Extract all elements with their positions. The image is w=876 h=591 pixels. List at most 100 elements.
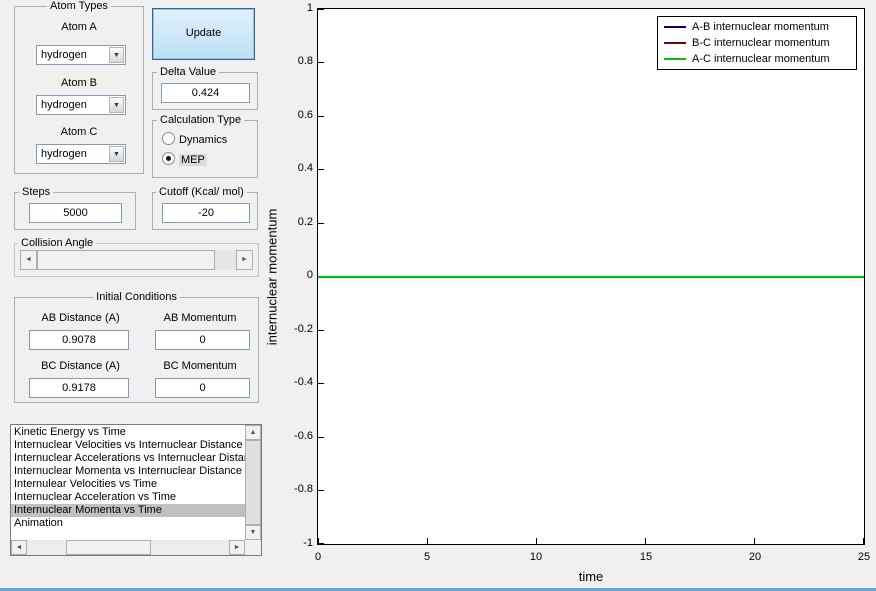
y-tick-label: -1	[303, 537, 313, 549]
cutoff-panel: Cutoff (Kcal/ mol)	[152, 186, 258, 230]
slider-left-button[interactable]: ◄	[20, 250, 37, 270]
legend-entry: A-C internuclear momentum	[664, 52, 850, 67]
initial-conditions-panel: Initial Conditions AB Distance (A) AB Mo…	[14, 291, 259, 403]
legend-line-swatch-ac	[664, 58, 686, 60]
radio-mep-label: MEP	[179, 154, 207, 166]
update-button[interactable]: Update	[152, 8, 255, 60]
x-tick-label: 0	[314, 551, 322, 563]
list-item[interactable]: Internuclear Accelerations vs Internucle…	[11, 452, 245, 465]
collision-angle-slider[interactable]: ◄ ►	[20, 250, 253, 270]
y-tick-label: 0.6	[297, 109, 313, 121]
arrow-down-icon: ▼	[249, 529, 257, 536]
collision-angle-title: Collision Angle	[18, 237, 97, 249]
listbox-items: Kinetic Energy vs Time Internuclear Velo…	[11, 426, 245, 540]
y-tick-label: -0.8	[294, 483, 313, 495]
atom-b-dropdown[interactable]: hydrogen ▼	[36, 95, 126, 115]
bc-momentum-label: BC Momentum	[163, 360, 237, 372]
scroll-down-button[interactable]: ▼	[245, 525, 261, 540]
list-item[interactable]: Animation	[11, 517, 245, 530]
legend-line-swatch-bc	[664, 42, 686, 44]
scroll-right-button[interactable]: ►	[229, 540, 245, 555]
y-tick-label: 0.4	[297, 162, 313, 174]
list-item[interactable]: Internuclear Acceleration vs Time	[11, 491, 245, 504]
x-tick-label: 15	[639, 551, 653, 563]
ab-distance-field[interactable]	[29, 330, 129, 350]
horizontal-scroll-thumb[interactable]	[66, 540, 151, 555]
calculation-type-title: Calculation Type	[157, 114, 245, 126]
cutoff-title: Cutoff (Kcal/ mol)	[156, 186, 247, 198]
plot-area	[317, 8, 865, 545]
dropdown-arrow-icon[interactable]: ▼	[109, 97, 124, 113]
collision-angle-panel: Collision Angle ◄ ►	[14, 237, 259, 277]
steps-panel: Steps	[14, 186, 136, 230]
list-item[interactable]: Internuclear Momenta vs Internuclear Dis…	[11, 465, 245, 478]
list-item[interactable]: Internulear Velocities vs Time	[11, 478, 245, 491]
plot-legend: A-B internuclear momentum B-C internucle…	[657, 16, 857, 70]
radio-mep-circle-icon	[162, 152, 175, 165]
arrow-right-icon: ►	[241, 256, 248, 263]
calculation-type-panel: Calculation Type Dynamics MEP	[152, 114, 258, 178]
ab-momentum-label: AB Momentum	[163, 312, 237, 324]
y-tick-label: 1	[306, 2, 313, 14]
legend-entry: A-B internuclear momentum	[664, 20, 850, 35]
delta-value-title: Delta Value	[157, 66, 220, 78]
x-tick-label: 20	[748, 551, 762, 563]
x-tick-label: 10	[529, 551, 543, 563]
list-item[interactable]: Kinetic Energy vs Time	[11, 426, 245, 439]
delta-value-panel: Delta Value	[152, 66, 258, 110]
atom-a-dropdown[interactable]: hydrogen ▼	[36, 45, 126, 65]
steps-title: Steps	[19, 186, 54, 198]
vertical-scroll-thumb[interactable]	[245, 440, 261, 525]
initial-conditions-title: Initial Conditions	[93, 291, 180, 303]
y-tick-label: 0.2	[297, 216, 313, 228]
listbox-vertical-scrollbar[interactable]: ▲ ▼	[245, 425, 261, 540]
atom-b-value: hydrogen	[41, 99, 87, 111]
legend-label: A-B internuclear momentum	[692, 21, 829, 33]
x-axis-label: time	[578, 569, 604, 584]
delta-value-field[interactable]	[161, 83, 250, 103]
radio-mep[interactable]: MEP	[162, 152, 207, 166]
series-line-ac	[318, 276, 864, 278]
atom-a-value: hydrogen	[41, 49, 87, 61]
atom-c-label: Atom C	[60, 126, 98, 138]
legend-label: A-C internuclear momentum	[692, 53, 830, 65]
scroll-left-button[interactable]: ◄	[11, 540, 27, 555]
bc-distance-label: BC Distance (A)	[41, 360, 120, 372]
y-tick-label: 0	[306, 269, 313, 281]
dropdown-arrow-icon[interactable]: ▼	[109, 47, 124, 63]
steps-field[interactable]	[29, 203, 122, 223]
ab-distance-label: AB Distance (A)	[41, 312, 120, 324]
x-tick-label: 25	[857, 551, 871, 563]
atom-c-value: hydrogen	[41, 148, 87, 160]
radio-dynamics-circle-icon	[162, 132, 175, 145]
radio-dynamics-label: Dynamics	[179, 134, 228, 146]
legend-entry: B-C internuclear momentum	[664, 36, 850, 51]
scroll-up-button[interactable]: ▲	[245, 425, 261, 440]
atom-types-title: Atom Types	[47, 0, 111, 12]
y-tick-label: 0.8	[297, 55, 313, 67]
plot-type-listbox[interactable]: Kinetic Energy vs Time Internuclear Velo…	[10, 424, 262, 556]
arrow-right-icon: ►	[233, 544, 241, 551]
y-tick-label: -0.6	[294, 430, 313, 442]
atom-types-panel: Atom Types Atom A hydrogen ▼ Atom B hydr…	[14, 0, 144, 174]
list-item-selected[interactable]: Internuclear Momenta vs Time	[11, 504, 245, 517]
ab-momentum-field[interactable]	[155, 330, 250, 350]
cutoff-field[interactable]	[162, 203, 250, 223]
arrow-up-icon: ▲	[249, 429, 257, 436]
x-tick-label: 5	[423, 551, 431, 563]
dropdown-arrow-icon[interactable]: ▼	[109, 146, 124, 162]
scrollbar-corner	[245, 540, 261, 555]
simulation-app-window: Atom Types Atom A hydrogen ▼ Atom B hydr…	[0, 0, 876, 591]
arrow-left-icon: ◄	[15, 544, 23, 551]
bc-distance-field[interactable]	[29, 378, 129, 398]
bc-momentum-field[interactable]	[155, 378, 250, 398]
atom-c-dropdown[interactable]: hydrogen ▼	[36, 144, 126, 164]
legend-label: B-C internuclear momentum	[692, 37, 830, 49]
radio-dynamics[interactable]: Dynamics	[162, 132, 227, 146]
slider-thumb[interactable]	[37, 250, 215, 270]
list-item[interactable]: Internuclear Velocities vs Internuclear …	[11, 439, 245, 452]
atom-a-label: Atom A	[61, 21, 97, 33]
legend-line-swatch-ab	[664, 26, 686, 28]
listbox-horizontal-scrollbar[interactable]: ◄ ►	[11, 540, 245, 555]
slider-right-button[interactable]: ►	[236, 250, 253, 270]
